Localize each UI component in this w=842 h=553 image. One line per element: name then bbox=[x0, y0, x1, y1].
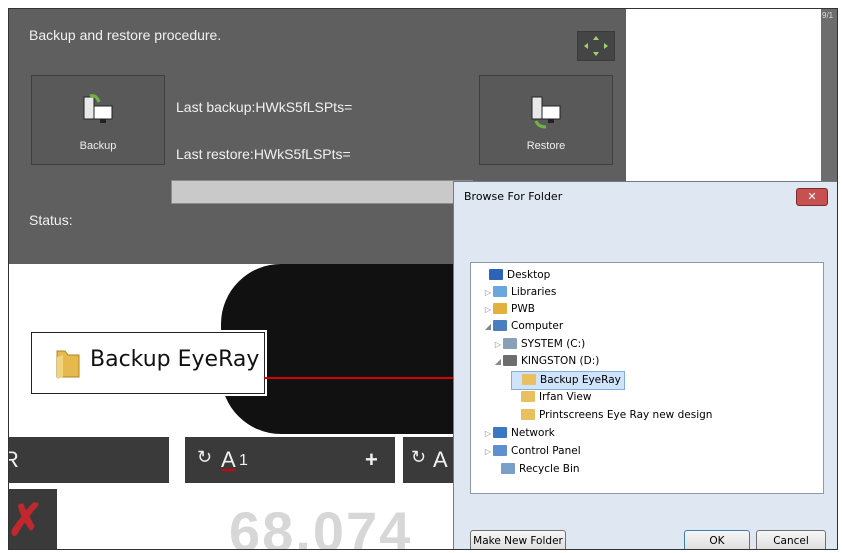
expand-arrow-icon[interactable]: ▷ bbox=[493, 336, 503, 353]
tree-item-label: Desktop bbox=[507, 269, 551, 281]
backup-button[interactable]: Backup bbox=[31, 75, 165, 165]
tree-item-label: Printscreens Eye Ray new design bbox=[539, 409, 713, 421]
network-icon bbox=[493, 427, 507, 438]
browse-folder-dialog: Browse For Folder ✕ Desktop ▷ Libraries ▷ PW… bbox=[453, 181, 837, 549]
logo-block: ✗ bbox=[9, 489, 57, 549]
tree-item[interactable]: ▷ PWB bbox=[483, 301, 535, 318]
connector-line bbox=[264, 377, 482, 379]
tree-item[interactable]: ◢ KINGSTON (D:) bbox=[493, 353, 599, 370]
status-label: Status: bbox=[29, 212, 73, 228]
status-progress-bar bbox=[171, 180, 473, 204]
a2-label: A bbox=[433, 447, 448, 472]
backup-label: Backup bbox=[79, 140, 117, 152]
folder-icon bbox=[56, 350, 80, 379]
tree-item[interactable]: ▷ Control Panel bbox=[483, 443, 581, 460]
expand-arrow-icon[interactable]: ▷ bbox=[483, 301, 493, 318]
expand-arrow-icon[interactable]: ▷ bbox=[483, 443, 493, 460]
backup-icon bbox=[83, 94, 113, 123]
expand-arrow-icon[interactable]: ◢ bbox=[483, 318, 493, 335]
bar-left-char: R bbox=[9, 447, 19, 473]
tree-item-label: Irfan View bbox=[539, 391, 592, 403]
tree-item-label: Recycle Bin bbox=[519, 463, 580, 475]
bottom-bar-a1[interactable]: ↻ A 1 + bbox=[185, 437, 395, 483]
rotate-icon: ↻ bbox=[197, 447, 213, 467]
computer-icon bbox=[493, 320, 507, 331]
app-window: 9/1 Backup and restore procedure. Backup… bbox=[8, 8, 838, 550]
a1-label: A bbox=[221, 447, 236, 472]
tree-item-label: KINGSTON (D:) bbox=[521, 355, 600, 367]
tree-item[interactable]: Desktop bbox=[479, 267, 550, 284]
tree-item[interactable]: Printscreens Eye Ray new design bbox=[511, 407, 712, 424]
drive-icon bbox=[503, 338, 517, 349]
bottom-bar-left: R bbox=[9, 437, 169, 483]
logo-icon: ✗ bbox=[8, 496, 44, 545]
callout-label: Backup EyeRay bbox=[90, 347, 260, 372]
tree-item-label: Control Panel bbox=[511, 445, 581, 457]
cancel-button[interactable]: Cancel bbox=[756, 530, 826, 549]
user-folder-icon bbox=[493, 303, 507, 314]
tree-item[interactable]: Backup EyeRay bbox=[511, 371, 625, 390]
tree-item[interactable]: ▷ SYSTEM (C:) bbox=[493, 336, 585, 353]
plus-icon[interactable]: + bbox=[365, 447, 378, 473]
tree-item[interactable]: ◢ Computer bbox=[483, 318, 563, 335]
backup-folder-callout: Backup EyeRay bbox=[31, 332, 265, 394]
rotate-icon: ↻ bbox=[411, 447, 427, 467]
tree-item-label: Backup EyeRay bbox=[540, 374, 621, 386]
close-button[interactable]: ✕ bbox=[796, 188, 828, 206]
folder-tree[interactable]: Desktop ▷ Libraries ▷ PWB ◢ Computer ▷ SYSTEM (C… bbox=[470, 262, 824, 494]
expand-arrow-icon[interactable]: ▷ bbox=[483, 425, 493, 442]
recycle-bin-icon bbox=[501, 463, 515, 474]
a1-subscript: 1 bbox=[239, 452, 248, 469]
tree-item-label: Libraries bbox=[511, 286, 557, 298]
tree-item[interactable]: Recycle Bin bbox=[491, 461, 580, 478]
panel-title: Backup and restore procedure. bbox=[29, 27, 222, 43]
folder-icon bbox=[521, 391, 535, 402]
big-number-readout: 68.074 bbox=[229, 500, 413, 550]
expand-arrow-icon[interactable]: ◢ bbox=[493, 353, 503, 370]
desktop-icon bbox=[489, 269, 503, 280]
make-new-folder-button[interactable]: Make New Folder bbox=[470, 530, 566, 549]
restore-button[interactable]: Restore bbox=[479, 75, 613, 165]
folder-icon bbox=[521, 409, 535, 420]
restore-icon bbox=[531, 96, 561, 129]
usb-drive-icon bbox=[503, 355, 517, 366]
tree-item-label: SYSTEM (C:) bbox=[521, 338, 586, 350]
libraries-icon bbox=[493, 286, 507, 297]
ok-button[interactable]: OK bbox=[684, 530, 750, 549]
expand-icon[interactable] bbox=[577, 31, 615, 61]
tree-item[interactable]: Irfan View bbox=[511, 389, 591, 406]
tree-item-label: Computer bbox=[511, 320, 564, 332]
dialog-title: Browse For Folder bbox=[464, 190, 563, 203]
restore-label: Restore bbox=[526, 140, 566, 152]
tree-item[interactable]: ▷ Libraries bbox=[483, 284, 556, 301]
tree-item-label: PWB bbox=[511, 303, 535, 315]
folder-icon bbox=[522, 374, 536, 385]
last-restore-text: Last restore:HWkS5fLSPts= bbox=[176, 146, 351, 162]
tree-item-label: Network bbox=[511, 427, 555, 439]
last-backup-text: Last backup:HWkS5fLSPts= bbox=[176, 99, 353, 115]
expand-arrow-icon[interactable]: ▷ bbox=[483, 284, 493, 301]
control-panel-icon bbox=[493, 445, 507, 456]
tree-item[interactable]: ▷ Network bbox=[483, 425, 555, 442]
